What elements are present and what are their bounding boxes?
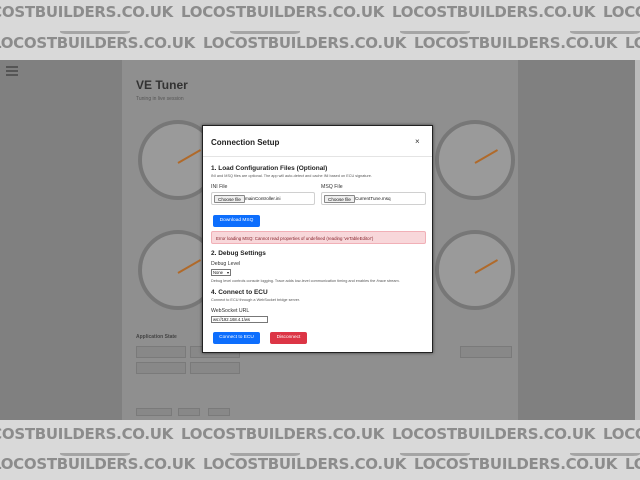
msq-file-input[interactable]: Choose file CurrentTune.msq	[321, 192, 426, 205]
info-box	[136, 362, 186, 374]
connection-setup-modal: Connection Setup × 1. Load Configuration…	[202, 125, 433, 353]
section-connect-help: Connect to ECU through a WebSocket bridg…	[211, 298, 300, 302]
watermark-car-icon	[570, 434, 640, 456]
msq-file-name: CurrentTune.msq	[355, 196, 391, 201]
download-msq-button[interactable]: Download MSQ	[213, 215, 260, 227]
ini-file-name: mainController.ini	[245, 196, 281, 201]
websocket-url-input[interactable]: ws://192.168.4.1/ws	[211, 316, 268, 323]
debug-level-help: Debug level controls console logging. Tr…	[211, 279, 400, 283]
modal-divider	[203, 156, 432, 157]
connect-ecu-button[interactable]: Connect to ECU	[213, 332, 260, 344]
watermark-car-icon	[60, 12, 130, 34]
info-box	[136, 346, 186, 358]
section-connect-heading: 4. Connect to ECU	[211, 289, 268, 296]
ini-choose-file-button[interactable]: Choose file	[214, 195, 245, 203]
msq-choose-file-button[interactable]: Choose file	[324, 195, 355, 203]
close-icon[interactable]: ×	[415, 137, 420, 146]
watermark-band-bottom: LOCOSTBUILDERS.CO.UKLOCOSTBUILDERS.CO.UK…	[0, 420, 640, 480]
app-subtitle: Tuning in live session	[136, 96, 184, 102]
watermark-band-top: LOCOSTBUILDERS.CO.UKLOCOSTBUILDERS.CO.UK…	[0, 0, 640, 60]
info-box	[190, 362, 240, 374]
footer-button	[136, 408, 172, 416]
ini-file-input[interactable]: Choose file mainController.ini	[211, 192, 315, 205]
debug-level-label: Debug Level	[211, 261, 241, 267]
watermark-car-icon	[570, 12, 640, 34]
ini-file-label: INI File	[211, 184, 228, 190]
gauge	[435, 230, 515, 310]
error-alert-text: Error loading MSQ: Cannot read propertie…	[216, 236, 374, 241]
watermark-car-icon	[230, 434, 300, 456]
menu-icon[interactable]	[6, 66, 18, 76]
debug-level-value: None	[213, 270, 224, 275]
debug-level-select[interactable]: None ▾	[211, 269, 231, 276]
watermark-row: LOCOSTBUILDERS.CO.UKLOCOSTBUILDERS.CO.UK…	[0, 455, 640, 473]
info-box	[460, 346, 512, 358]
chevron-down-icon: ▾	[226, 270, 229, 275]
section-label: Application State	[136, 334, 177, 340]
watermark-car-icon	[400, 434, 470, 456]
section-load-config-help: INI and MSQ files are optional. The app …	[211, 174, 372, 178]
modal-title: Connection Setup	[211, 138, 280, 147]
section-load-config-heading: 1. Load Configuration Files (Optional)	[211, 165, 328, 172]
websocket-url-label: WebSocket URL	[211, 308, 250, 314]
footer-button	[208, 408, 230, 416]
watermark-car-icon	[230, 12, 300, 34]
disconnect-button[interactable]: Disconnect	[270, 332, 307, 344]
msq-file-label: MSQ File	[321, 184, 343, 190]
footer-button	[178, 408, 200, 416]
watermark-car-icon	[60, 434, 130, 456]
scrollbar[interactable]	[635, 60, 640, 420]
app-title: VE Tuner	[136, 78, 188, 92]
gauge	[435, 120, 515, 200]
watermark-row: LOCOSTBUILDERS.CO.UKLOCOSTBUILDERS.CO.UK…	[0, 34, 640, 52]
watermark-car-icon	[400, 12, 470, 34]
error-alert: Error loading MSQ: Cannot read propertie…	[211, 231, 426, 244]
section-debug-heading: 2. Debug Settings	[211, 250, 266, 257]
